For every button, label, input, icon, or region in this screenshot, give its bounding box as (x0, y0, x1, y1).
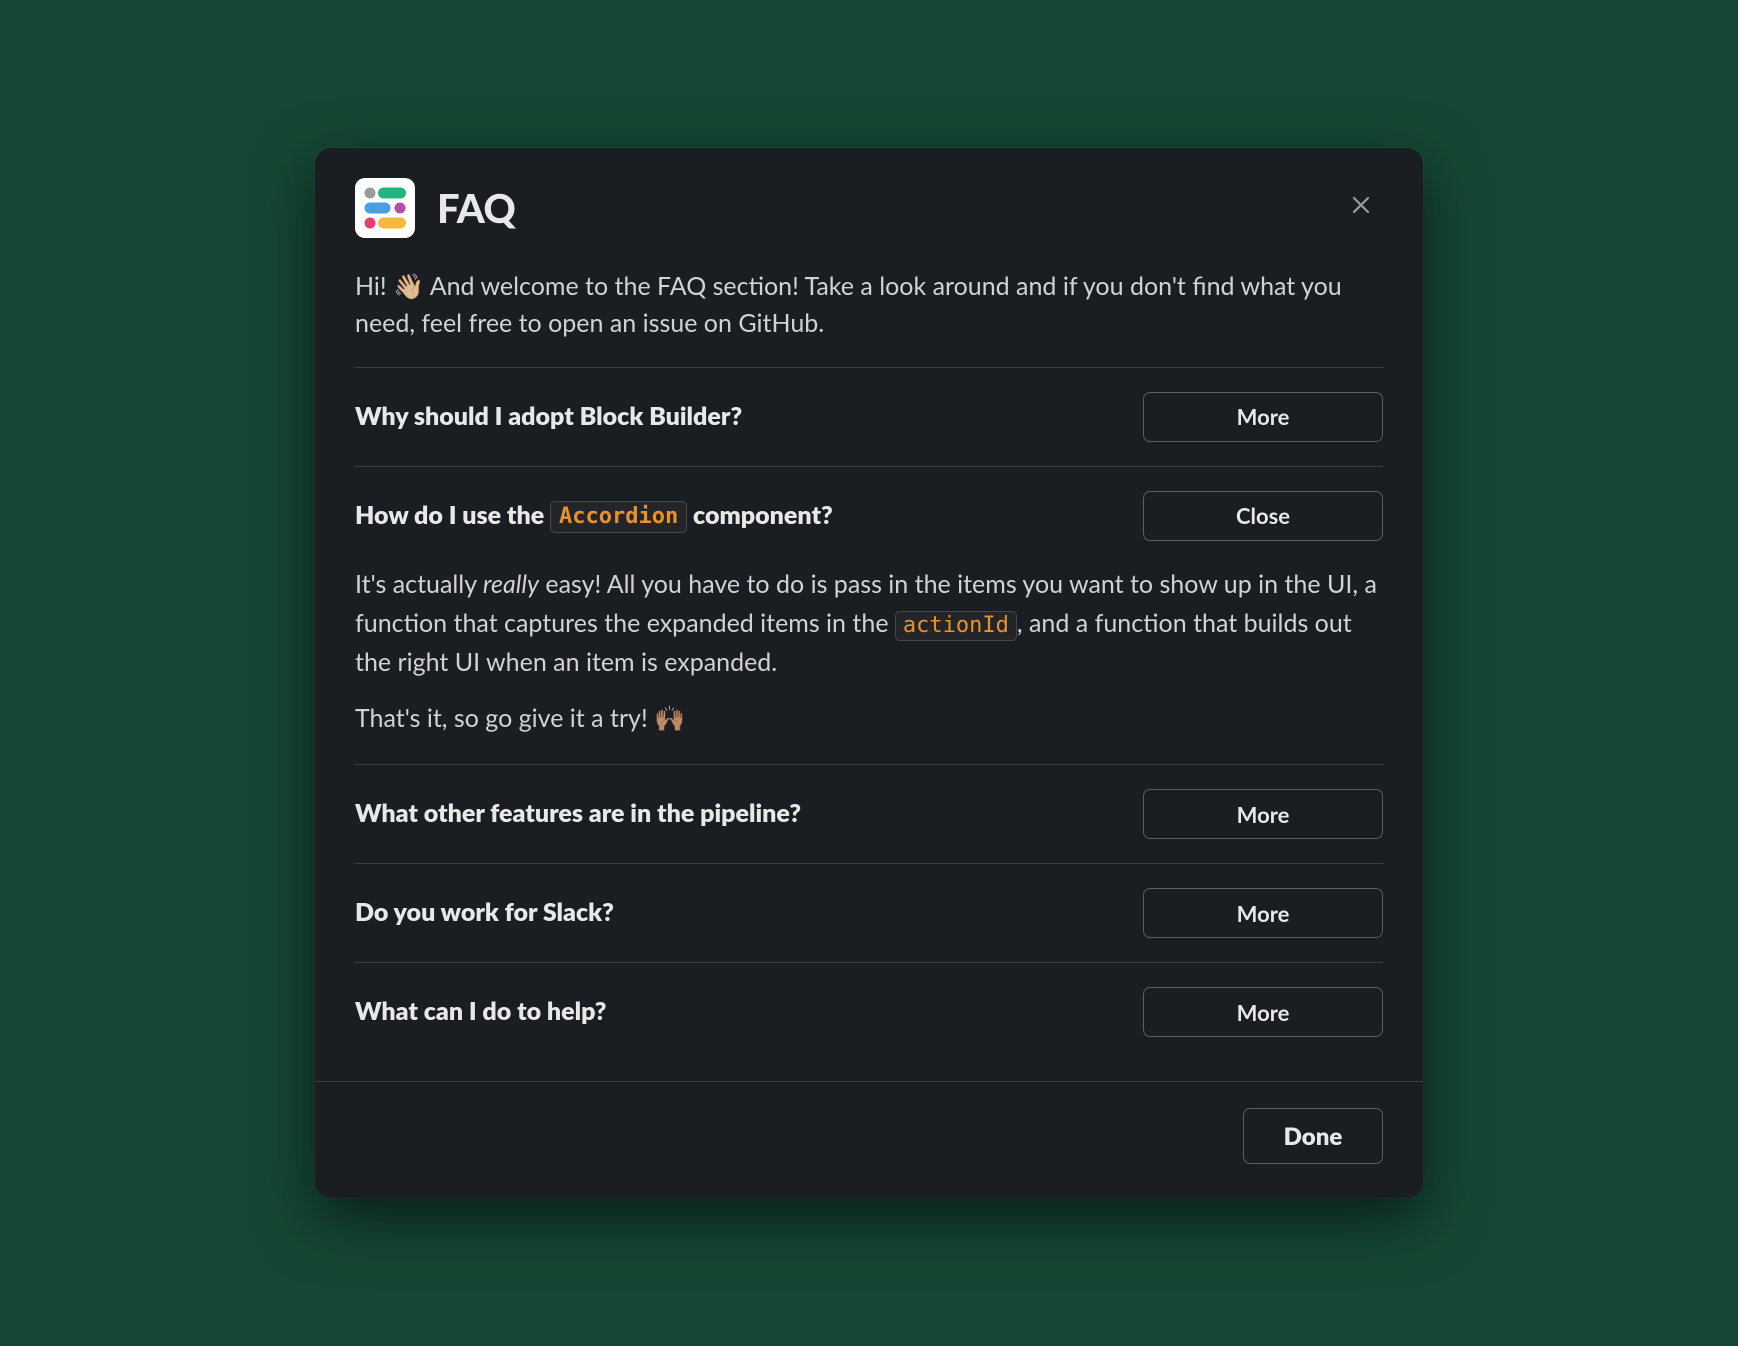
modal-footer: Done (315, 1081, 1423, 1198)
more-button[interactable]: More (1143, 888, 1383, 938)
accordion-item: What can I do to help? More (355, 963, 1383, 1061)
intro-prefix: Hi! (355, 271, 393, 301)
accordion-item-title: Do you work for Slack? (355, 896, 1119, 930)
modal-header: FAQ (315, 148, 1423, 258)
modal-body: Hi! 👋🏼 And welcome to the FAQ section! T… (315, 258, 1423, 1081)
title-code: Accordion (550, 501, 687, 533)
accordion-item-title: What other features are in the pipeline? (355, 797, 1119, 831)
done-button[interactable]: Done (1243, 1108, 1383, 1164)
close-button[interactable] (1339, 183, 1383, 233)
more-button[interactable]: More (1143, 789, 1383, 839)
block-builder-icon (361, 184, 409, 232)
inline-code: actionId (895, 611, 1017, 641)
app-icon (355, 178, 415, 238)
faq-modal: FAQ Hi! 👋🏼 And welcome to the FAQ sectio… (315, 148, 1423, 1198)
wave-emoji-icon: 👋🏼 (393, 271, 424, 301)
accordion-item-title: Why should I adopt Block Builder? (355, 400, 1119, 434)
modal-title: FAQ (437, 184, 1317, 232)
accordion-item: What other features are in the pipeline?… (355, 765, 1383, 863)
accordion-item: Do you work for Slack? More (355, 864, 1383, 962)
accordion-item-title: How do I use the Accordion component? (355, 499, 1119, 533)
accordion-item: How do I use the Accordion component? Cl… (355, 467, 1383, 565)
close-icon (1349, 193, 1373, 217)
close-item-button[interactable]: Close (1143, 491, 1383, 541)
accordion-item: Why should I adopt Block Builder? More (355, 368, 1383, 466)
expanded-paragraph: It's actually really easy! All you have … (355, 565, 1383, 682)
expanded-paragraph: That's it, so go give it a try! 🙌🏽 (355, 699, 1383, 738)
title-prefix: How do I use the (355, 500, 550, 530)
accordion-item-title: What can I do to help? (355, 995, 1119, 1029)
title-suffix: component? (687, 500, 833, 530)
more-button[interactable]: More (1143, 392, 1383, 442)
intro-text: Hi! 👋🏼 And welcome to the FAQ section! T… (355, 258, 1383, 367)
accordion-item-body: It's actually really easy! All you have … (355, 565, 1383, 764)
more-button[interactable]: More (1143, 987, 1383, 1037)
raised-hands-emoji-icon: 🙌🏽 (654, 703, 685, 733)
intro-rest: And welcome to the FAQ section! Take a l… (355, 271, 1342, 339)
